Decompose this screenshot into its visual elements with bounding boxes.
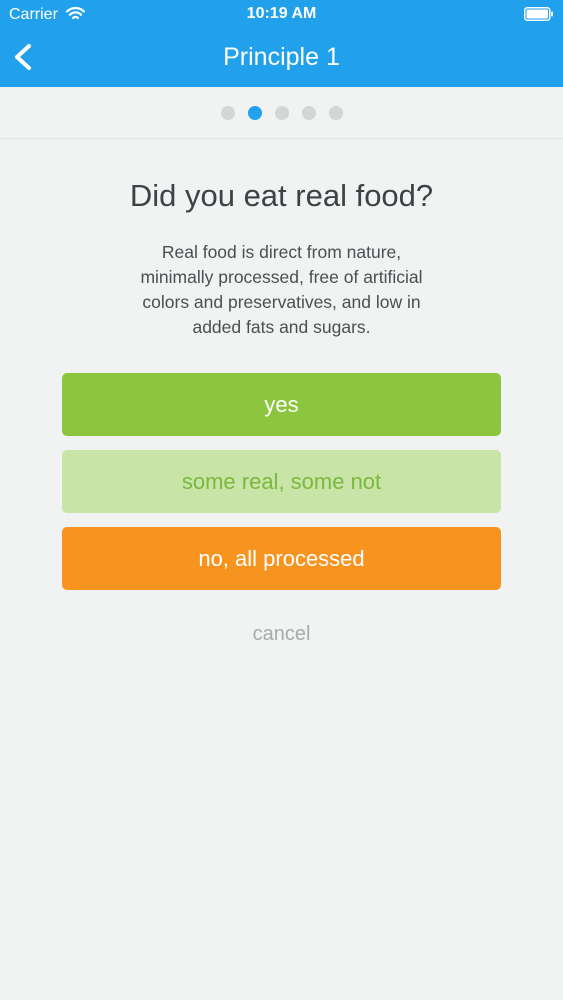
status-bar: Carrier 10:19 AM	[0, 0, 563, 30]
description-line: colors and preservatives, and low in	[142, 292, 421, 312]
page-dot-5[interactable]	[328, 105, 343, 120]
yes-button[interactable]: yes	[62, 373, 501, 436]
page-dot-2[interactable]	[247, 105, 262, 120]
cancel-button[interactable]: cancel	[231, 623, 332, 649]
page-title: Principle 1	[223, 43, 340, 71]
status-time: 10:19 AM	[246, 5, 317, 22]
page-dot-4[interactable]	[301, 105, 316, 120]
navigation-header: Carrier 10:19 AM Principle 1	[0, 0, 563, 87]
all-processed-button[interactable]: no, all processed	[62, 527, 501, 590]
question-description: Real food is direct from nature, minimal…	[100, 240, 463, 340]
page-dot-1[interactable]	[220, 105, 235, 120]
question-heading: Did you eat real food?	[129, 178, 434, 213]
battery-icon	[524, 7, 553, 21]
description-line: added fats and sugars.	[192, 317, 371, 337]
page-dot-3[interactable]	[274, 105, 289, 120]
some-real-button[interactable]: some real, some not	[62, 450, 501, 513]
page-indicator	[0, 87, 563, 139]
description-line: Real food is direct from nature,	[161, 242, 402, 262]
description-line: minimally processed, free of artificial	[140, 267, 423, 287]
